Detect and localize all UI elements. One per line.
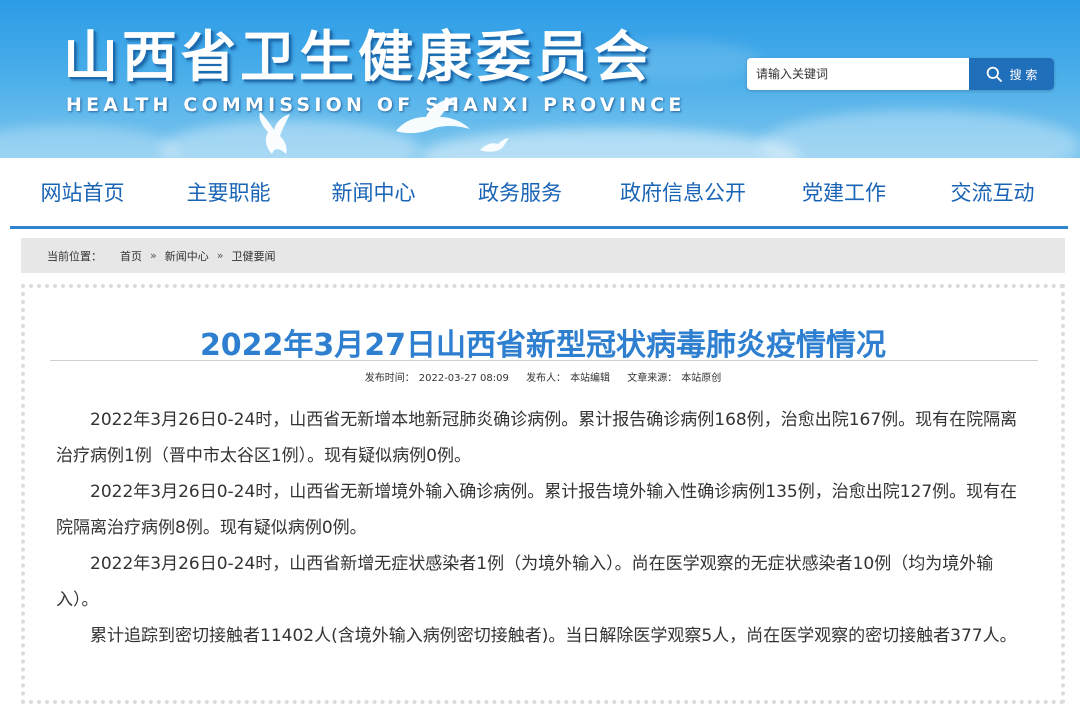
article-body: 2022年3月26日0-24时，山西省无新增本地新冠肺炎确诊病例。累计报告确诊病…: [56, 402, 1032, 654]
source-label: 文章来源：: [627, 373, 678, 384]
article-card: 2022年3月27日山西省新型冠状病毒肺炎疫情情况 发布时间： 2022-03-2…: [21, 284, 1065, 704]
publisher: 本站编辑: [570, 373, 611, 384]
article-paragraph: 累计追踪到密切接触者11402人(含境外输入病例密切接触者)。当日解除医学观察5…: [90, 626, 1017, 646]
breadcrumb: 当前位置： 首页 » 新闻中心 » 卫健要闻: [21, 238, 1065, 273]
nav-item-interaction[interactable]: 交流互动: [917, 158, 1068, 226]
search-box: 搜 索: [747, 58, 1054, 90]
article-paragraph: 2022年3月26日0-24时，山西省无新增本地新冠肺炎确诊病例。累计报告确诊病…: [56, 410, 1018, 466]
nav-item-services[interactable]: 政务服务: [445, 158, 595, 226]
breadcrumb-label: 当前位置：: [47, 249, 102, 263]
main-nav: 网站首页 主要职能 新闻中心 政务服务 政府信息公开 党建工作 交流互动: [10, 158, 1068, 229]
breadcrumb-home-link[interactable]: 首页: [120, 248, 142, 264]
publisher-label: 发布人：: [526, 373, 567, 384]
title-divider: [50, 360, 1038, 361]
article-meta: 发布时间： 2022-03-27 08:09 发布人： 本站编辑 文章来源： 本站原创: [25, 369, 1061, 384]
nav-item-party[interactable]: 党建工作: [771, 158, 917, 226]
publish-time-label: 发布时间：: [364, 373, 415, 384]
search-button-label: 搜 索: [1009, 67, 1038, 82]
cloud-decoration: [420, 128, 800, 158]
nav-item-functions[interactable]: 主要职能: [155, 158, 302, 226]
nav-item-gov-info[interactable]: 政府信息公开: [595, 158, 771, 226]
breadcrumb-news-link[interactable]: 新闻中心: [165, 248, 209, 264]
nav-item-home[interactable]: 网站首页: [10, 158, 155, 226]
article-title: 2022年3月27日山西省新型冠状病毒肺炎疫情情况: [199, 328, 887, 363]
dove-icon: [480, 138, 509, 152]
article-paragraph: 2022年3月26日0-24时，山西省无新增境外输入确诊病例。累计报告境外输入性…: [56, 482, 1018, 538]
breadcrumb-current-link[interactable]: 卫健要闻: [231, 248, 275, 264]
search-icon: [986, 66, 1002, 82]
dove-icon: [259, 112, 290, 154]
cloud-decoration: [760, 110, 1080, 158]
header-banner: 山西省卫生健康委员会 HEALTH COMMISSION OF SHANXI P…: [0, 0, 1080, 158]
search-button[interactable]: 搜 索: [969, 58, 1054, 90]
publish-time: 2022-03-27 08:09: [418, 373, 509, 384]
cloud-decoration: [0, 125, 180, 158]
dove-icon: [396, 97, 470, 134]
breadcrumb-separator: »: [216, 249, 224, 262]
site-title: 山西省卫生健康委员会: [63, 24, 654, 89]
source: 本站原创: [681, 373, 722, 384]
site-subtitle: HEALTH COMMISSION OF SHANXI PROVINCE: [66, 94, 686, 116]
breadcrumb-separator: »: [150, 249, 157, 262]
nav-item-news[interactable]: 新闻中心: [302, 158, 445, 226]
article-paragraph: 2022年3月26日0-24时，山西省新增无症状感染者1例（为境外输入）。尚在医…: [56, 554, 994, 610]
search-input[interactable]: [747, 58, 967, 90]
